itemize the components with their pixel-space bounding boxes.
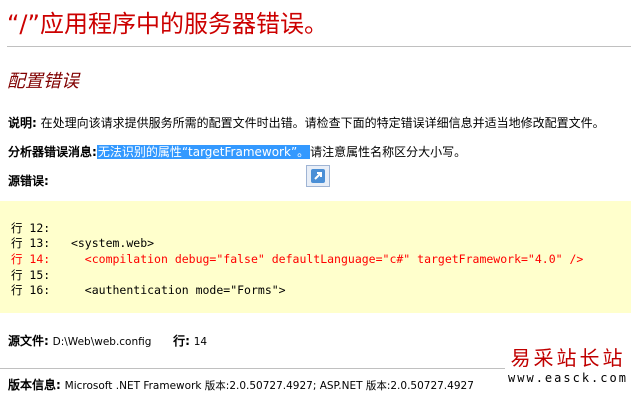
code-line: 行 13: <system.web> <box>11 236 155 250</box>
code-line: 行 15: <box>11 268 51 282</box>
description-text: 在处理向该请求提供服务所需的配置文件时出错。请检查下面的特定错误详细信息并适当地… <box>40 116 605 130</box>
source-code-block: 行 12: 行 13: <system.web> 行 14: <compilat… <box>0 201 631 313</box>
description-row: 说明: 在处理向该请求提供服务所需的配置文件时出错。请检查下面的特定错误详细信息… <box>8 115 605 131</box>
parser-error-label: 分析器错误消息: <box>8 145 97 159</box>
description-label: 说明: <box>8 116 37 130</box>
page-title: “/”应用程序中的服务器错误。 <box>7 10 328 38</box>
source-line-label: 行: <box>173 334 190 348</box>
code-line: 行 12: <box>11 221 51 235</box>
source-file-path: D:\Web\web.config <box>52 336 152 348</box>
version-text: Microsoft .NET Framework 版本:2.0.50727.49… <box>64 380 474 392</box>
source-error-row: 源错误: <box>8 173 49 189</box>
version-row: 版本信息: Microsoft .NET Framework 版本:2.0.50… <box>8 377 474 394</box>
arrow-up-right-icon[interactable] <box>306 165 330 187</box>
source-line-number: 14 <box>193 336 208 348</box>
parser-error-selected-text[interactable]: 无法识别的属性“targetFramework”。 <box>96 145 311 159</box>
version-label: 版本信息: <box>8 378 61 392</box>
code-line-highlighted: 行 14: <compilation debug="false" default… <box>11 252 584 266</box>
source-file-row: 源文件: D:\Web\web.config 行: 14 <box>8 333 207 350</box>
error-subtitle: 配置错误 <box>7 71 79 92</box>
parser-error-row: 分析器错误消息:无法识别的属性“targetFramework”。请注意属性名称… <box>8 144 466 160</box>
source-file-label: 源文件: <box>8 334 49 348</box>
site-watermark: 易采站长站 www.easck.com <box>508 346 628 386</box>
title-divider <box>7 46 631 47</box>
watermark-name: 易采站长站 <box>510 346 626 370</box>
footer-divider <box>0 368 505 369</box>
watermark-url: www.easck.com <box>508 371 628 385</box>
source-error-label: 源错误: <box>8 174 49 188</box>
code-line: 行 16: <authentication mode="Forms"> <box>11 283 286 297</box>
parser-error-rest-text: 请注意属性名称区分大小写。 <box>310 145 467 159</box>
